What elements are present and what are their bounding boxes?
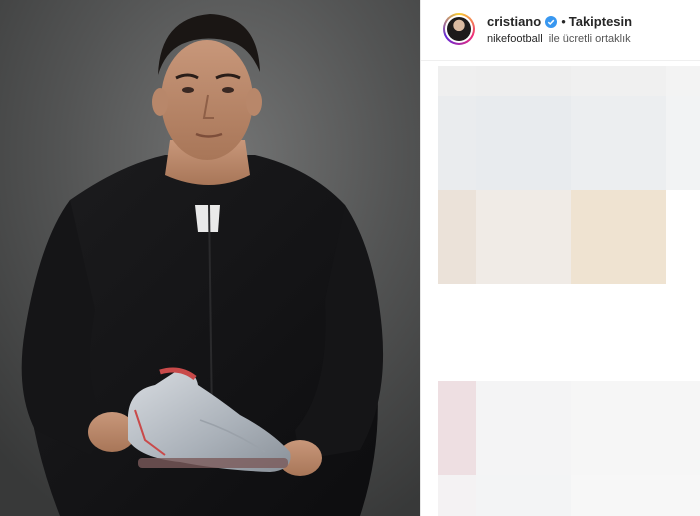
- blurred-content-block: [666, 96, 700, 190]
- blurred-content-block: [476, 96, 571, 190]
- blurred-content-block: [438, 381, 476, 475]
- blurred-content-block: [476, 190, 571, 284]
- avatar-image: [447, 17, 471, 41]
- separator-dot: •: [561, 14, 566, 29]
- post-photo[interactable]: [0, 0, 420, 516]
- following-button[interactable]: Takiptesin: [569, 14, 632, 29]
- blurred-content-block: [476, 381, 571, 475]
- blurred-content-block: [476, 66, 571, 96]
- blurred-content-block: [666, 66, 700, 96]
- partner-link[interactable]: nikefootball: [487, 33, 543, 45]
- partnership-text: ile ücretli ortaklık: [548, 33, 631, 45]
- user-line: cristiano • Takiptesin: [487, 14, 632, 29]
- blurred-content-block: [571, 381, 700, 475]
- blurred-content-block: [438, 475, 476, 516]
- username-link[interactable]: cristiano: [487, 14, 541, 29]
- blurred-content-block: [438, 96, 476, 190]
- verified-badge-icon: [545, 15, 558, 28]
- paid-partnership-line: nikefootball ile ücretli ortaklık: [487, 33, 631, 45]
- post-image-content: [0, 0, 420, 516]
- blurred-content-block: [571, 190, 666, 284]
- blurred-content-block: [571, 66, 666, 96]
- profile-avatar[interactable]: [443, 13, 475, 45]
- blurred-content-block: [438, 66, 476, 96]
- post-header: cristiano • Takiptesin nikefootball ile …: [421, 0, 700, 61]
- post-side-panel: cristiano • Takiptesin nikefootball ile …: [421, 0, 700, 516]
- blurred-content-block: [476, 475, 571, 516]
- blurred-content-block: [438, 190, 476, 284]
- blurred-content-block: [571, 475, 700, 516]
- blurred-content-block: [571, 96, 666, 190]
